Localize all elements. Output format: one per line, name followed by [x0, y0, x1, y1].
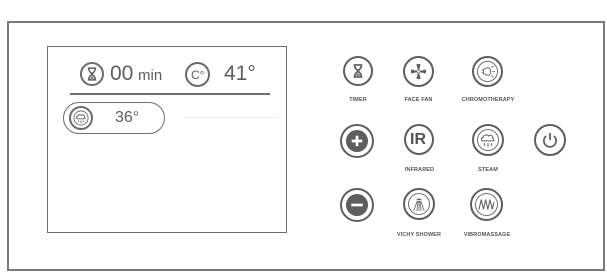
timer-button[interactable] [343, 56, 373, 86]
plus-icon [345, 129, 369, 153]
minus-button[interactable] [340, 188, 374, 222]
ir-icon: IR [410, 131, 426, 148]
steam-cloud-icon [69, 106, 93, 130]
timer-unit: min [138, 67, 163, 84]
steam-cloud-icon [477, 129, 499, 151]
display-divider [70, 93, 270, 95]
temperature-icon: C° [185, 62, 210, 87]
light-bulb-icon [477, 61, 498, 82]
faint-line [183, 117, 279, 118]
temperature-icon-text: C° [191, 68, 205, 82]
vibration-wave-icon [475, 193, 498, 216]
minus-icon [345, 193, 369, 217]
hourglass-icon [80, 62, 104, 86]
power-icon [543, 133, 557, 148]
vichy-shower-button[interactable] [403, 188, 435, 220]
timer-label: TIMER [349, 97, 367, 103]
vibromassage-button[interactable] [470, 188, 503, 221]
fan-icon [410, 63, 427, 80]
steam-label: STEAM [478, 167, 498, 173]
hourglass-icon [353, 64, 363, 78]
chromotherapy-label: CHROMOTHERAPY [461, 97, 515, 103]
steam-button[interactable] [472, 124, 504, 156]
vichy-shower-label: VICHY SHOWER [396, 232, 442, 238]
infrared-button[interactable]: IR [404, 124, 434, 155]
plus-button[interactable] [340, 124, 374, 158]
face-fan-label: FACE FAN [404, 97, 433, 103]
steam-temperature-value: 36° [115, 109, 140, 126]
chromotherapy-button[interactable] [472, 56, 503, 87]
timer-value: 00 [110, 62, 134, 85]
vibromassage-label: VIBROMASSAGE [463, 232, 511, 238]
temperature-value: 41° [224, 62, 256, 85]
infrared-label: INFRARED [404, 167, 435, 173]
shower-icon [408, 193, 430, 215]
power-button[interactable] [534, 124, 566, 156]
face-fan-button[interactable] [403, 56, 434, 87]
